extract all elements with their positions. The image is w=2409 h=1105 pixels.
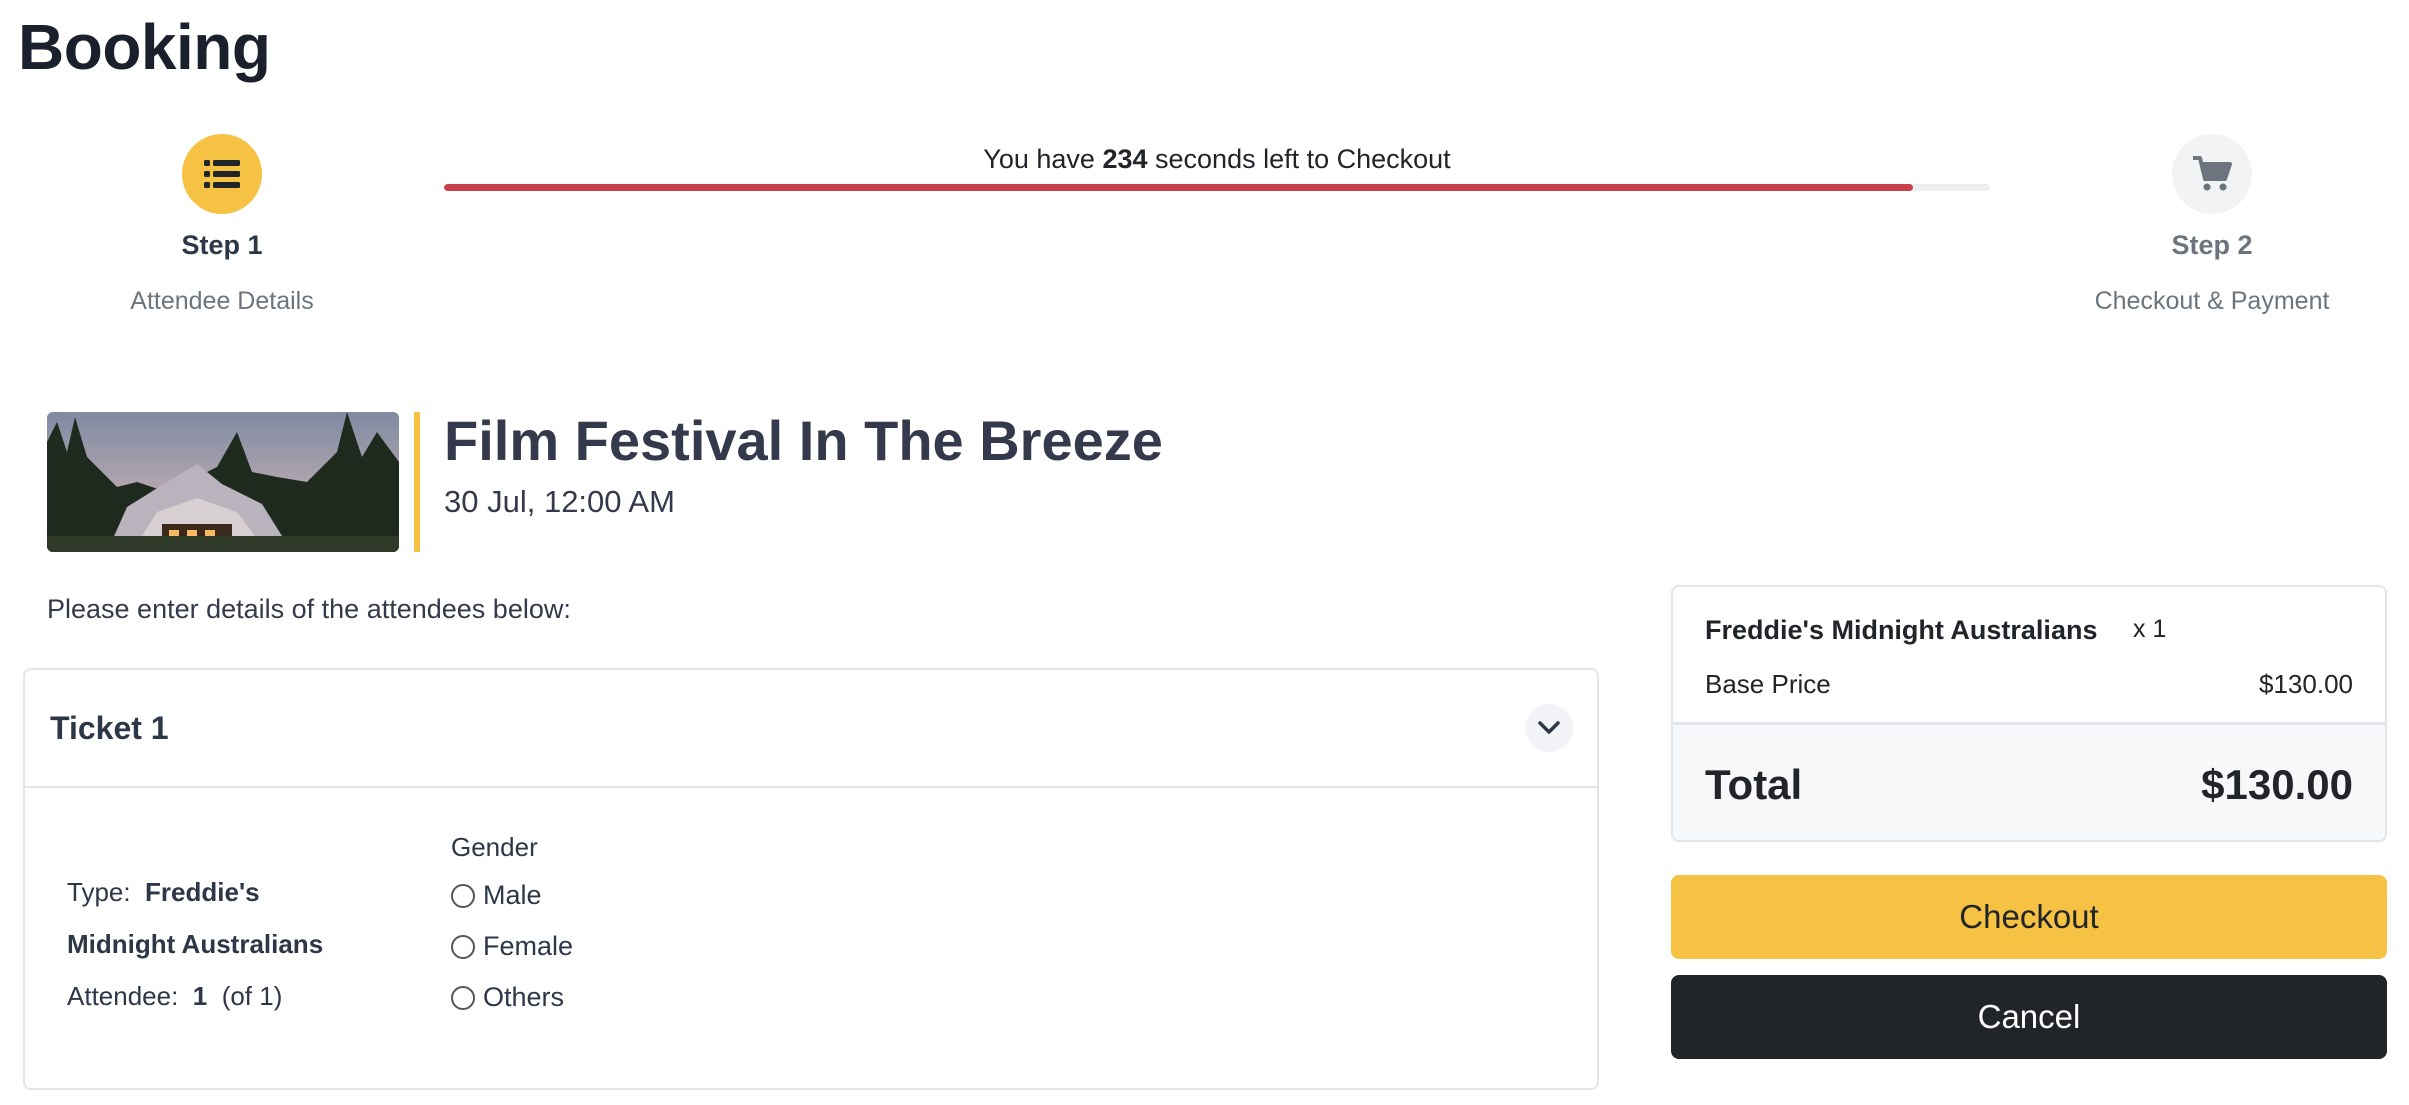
radio-button[interactable]	[451, 985, 475, 1010]
gender-option-others[interactable]: Others	[451, 982, 564, 1013]
ticket-type-label: Type:	[67, 877, 131, 907]
checkout-timer-text: You have 234 seconds left to Checkout	[444, 144, 1990, 175]
step-1: Step 1 Attendee Details	[72, 134, 372, 316]
timer-progress-fill	[444, 184, 1913, 191]
base-price-label: Base Price	[1705, 669, 1831, 699]
timer-seconds: 234	[1102, 144, 1148, 174]
timer-progress-bar	[444, 184, 1990, 191]
cancel-button[interactable]: Cancel	[1671, 975, 2387, 1059]
event-date: 30 Jul, 12:00 AM	[444, 484, 675, 519]
attendee-number: 1	[192, 981, 208, 1011]
summary-item-name: Freddie's Midnight Australians	[1705, 615, 2098, 645]
summary-item-qty: x 1	[2133, 615, 2167, 643]
gender-option-male[interactable]: Male	[451, 880, 542, 911]
ticket-card: Ticket 1 Type: Freddie's Midnight Austra…	[23, 668, 1599, 1090]
step-2: Step 2 Checkout & Payment	[2062, 134, 2362, 316]
total-value: $130.00	[2201, 761, 2353, 808]
collapse-ticket-button[interactable]	[1525, 704, 1573, 752]
radio-button[interactable]	[451, 934, 475, 959]
gender-option-label: Male	[483, 880, 542, 910]
timer-suffix: seconds left to Checkout	[1155, 144, 1451, 174]
ticket-title: Ticket 1	[50, 710, 169, 746]
attendee-label: Attendee:	[67, 981, 179, 1011]
gender-option-label: Female	[483, 931, 574, 961]
timer-prefix: You have	[983, 144, 1095, 174]
step-2-description: Checkout & Payment	[2094, 287, 2330, 315]
total-label: Total	[1705, 761, 1803, 808]
summary-total: Total $130.00	[1673, 725, 2385, 840]
ticket-type-row: Type: Freddie's Midnight Australians	[67, 866, 367, 970]
step-1-description: Attendee Details	[130, 287, 314, 315]
base-price-value: $130.00	[2259, 669, 2353, 699]
gender-option-female[interactable]: Female	[451, 931, 573, 962]
gender-option-label: Others	[483, 982, 565, 1012]
summary-line-items: Freddie's Midnight Australians x 1 Base …	[1673, 587, 2385, 725]
order-summary: Freddie's Midnight Australians x 1 Base …	[1671, 585, 2387, 842]
event-title: Film Festival In The Breeze	[444, 409, 1163, 472]
step-1-label: Step 1	[181, 230, 263, 260]
list-icon	[182, 134, 262, 214]
radio-button[interactable]	[451, 883, 475, 908]
cart-icon	[2172, 134, 2252, 214]
attendee-instructions: Please enter details of the attendees be…	[47, 594, 571, 624]
ticket-header[interactable]: Ticket 1	[25, 670, 1597, 788]
page-title: Booking	[18, 11, 271, 83]
attendee-total: (of 1)	[221, 981, 283, 1011]
attendee-row: Attendee: 1 (of 1)	[67, 970, 367, 1022]
ticket-info: Type: Freddie's Midnight Australians Att…	[67, 866, 367, 1022]
gender-label: Gender	[451, 832, 538, 862]
event-accent-bar	[414, 412, 420, 552]
checkout-button[interactable]: Checkout	[1671, 875, 2387, 959]
chevron-down-icon	[1538, 721, 1560, 734]
step-2-label: Step 2	[2171, 230, 2253, 260]
event-image	[47, 412, 399, 552]
